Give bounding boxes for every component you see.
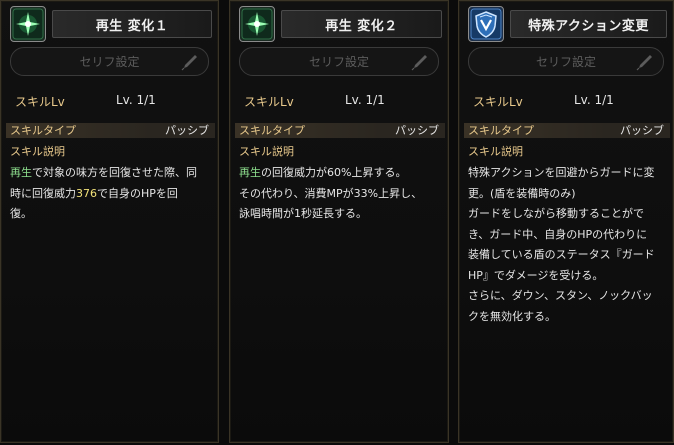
skill-description: 再生で対象の味方を回復させた際、同 時に回復威力376で自身のHPを回 復。: [10, 163, 212, 225]
skill-type-value: パッシブ: [165, 124, 209, 137]
skill-lv-row: スキルLv Lv. 1/1: [10, 93, 209, 111]
desc-line: 装備している盾のステータス『ガード: [468, 248, 655, 261]
desc-line: クを無効化する。: [468, 309, 556, 323]
desc-line: 復。: [10, 207, 32, 220]
skill-panel-2: 再生 変化２ セリフ設定 スキルLv Lv. 1/1 スキルタイプ パッシブ ス…: [229, 0, 449, 443]
desc-line: き、ガード中、自身のHPの代わりに: [468, 227, 648, 241]
serif-settings-label: セリフ設定: [535, 55, 596, 69]
skill-header: 再生 変化１: [10, 6, 212, 42]
skill-header: 再生 変化２: [239, 6, 442, 42]
serif-settings-label: セリフ設定: [308, 55, 369, 69]
serif-settings-button[interactable]: セリフ設定: [10, 47, 209, 76]
desc-line: 再生で対象の味方を回復させた際、同: [10, 163, 212, 184]
desc-line: HP』でダメージを受ける。: [468, 268, 604, 282]
skill-lv-row: スキルLv Lv. 1/1: [239, 93, 439, 111]
serif-settings-button[interactable]: セリフ設定: [239, 47, 439, 76]
green-star-skill-icon[interactable]: [10, 6, 46, 42]
skill-panel-3: 特殊アクション変更 セリフ設定 スキルLv Lv. 1/1 スキルタイプ パッシ…: [458, 0, 674, 443]
desc-text: で対象の味方を回復させた際、同: [32, 166, 197, 179]
desc-text: 時に回復威力: [10, 186, 76, 200]
green-star-skill-icon[interactable]: [239, 6, 275, 42]
desc-line: 詠唱時間が1秒延長する。: [239, 207, 367, 220]
skill-type-label: スキルタイプ: [239, 124, 305, 137]
desc-line: ガードをしながら移動することがで: [468, 207, 644, 220]
blue-shield-skill-icon[interactable]: [468, 6, 504, 42]
skill-lv-row: スキルLv Lv. 1/1: [468, 93, 664, 111]
skill-type-label: スキルタイプ: [468, 124, 534, 137]
desc-text: で自身のHPを回: [97, 186, 178, 200]
skill-type-row: スキルタイプ パッシブ: [235, 123, 445, 138]
skill-lv-value: Lv. 1/1: [574, 93, 614, 107]
pen-icon: [410, 53, 428, 74]
skill-desc-label: スキル説明: [468, 145, 523, 158]
skill-lv-label: スキルLv: [244, 95, 294, 109]
desc-highlight: 再生: [10, 166, 32, 179]
skill-type-value: パッシブ: [620, 124, 664, 137]
skill-type-label: スキルタイプ: [10, 124, 76, 137]
skill-desc-label: スキル説明: [10, 145, 65, 158]
desc-line: 特殊アクションを回避からガードに変: [468, 166, 655, 179]
skill-description: 再生の回復威力が60%上昇する。 その代わり、消費MPが33%上昇し、 詠唱時間…: [239, 163, 442, 225]
skill-type-value: パッシブ: [395, 124, 439, 137]
desc-line: 再生の回復威力が60%上昇する。: [239, 163, 442, 184]
pen-icon: [180, 53, 198, 74]
desc-highlight: 再生: [239, 166, 261, 179]
desc-number: 376: [76, 186, 97, 200]
skill-type-row: スキルタイプ パッシブ: [464, 123, 670, 138]
desc-line: さらに、ダウン、スタン、ノックバッ: [468, 289, 653, 302]
skill-lv-label: スキルLv: [473, 95, 523, 109]
skill-desc-label: スキル説明: [239, 145, 294, 158]
skill-type-row: スキルタイプ パッシブ: [6, 123, 215, 138]
desc-line: 更。(盾を装備時のみ): [468, 186, 576, 200]
skill-lv-label: スキルLv: [15, 95, 65, 109]
skill-title: 再生 変化２: [281, 10, 442, 38]
desc-text: の回復威力が60%上昇する。: [261, 166, 407, 179]
skill-panel-1: 再生 変化１ セリフ設定 スキルLv Lv. 1/1 スキルタイプ パッシブ ス…: [0, 0, 219, 443]
skill-header: 特殊アクション変更: [468, 6, 667, 42]
skill-lv-value: Lv. 1/1: [116, 93, 156, 107]
desc-line: 時に回復威力376で自身のHPを回: [10, 184, 212, 205]
serif-settings-label: セリフ設定: [79, 55, 140, 69]
serif-settings-button[interactable]: セリフ設定: [468, 47, 664, 76]
skill-lv-value: Lv. 1/1: [345, 93, 385, 107]
pen-icon: [635, 53, 653, 74]
skill-title: 再生 変化１: [52, 10, 212, 38]
desc-line: その代わり、消費MPが33%上昇し、: [239, 186, 423, 200]
skill-title: 特殊アクション変更: [510, 10, 667, 38]
skill-description: 特殊アクションを回避からガードに変 更。(盾を装備時のみ) ガードをしながら移動…: [468, 163, 667, 327]
